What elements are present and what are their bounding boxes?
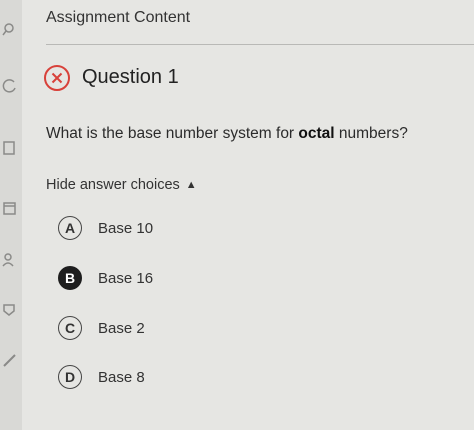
- page-title: Assignment Content: [46, 9, 191, 26]
- answer-choice-b[interactable]: B Base 16: [58, 265, 153, 291]
- search-icon[interactable]: [2, 22, 18, 38]
- answer-choice-a[interactable]: A Base 10: [58, 215, 153, 241]
- answer-choice-d[interactable]: D Base 8: [58, 364, 145, 390]
- grades-icon[interactable]: [2, 302, 18, 318]
- question-text-before: What is the base number system for: [46, 125, 299, 142]
- pencil-icon[interactable]: [2, 352, 18, 368]
- choice-letter: D: [58, 365, 82, 389]
- x-circle-icon: [44, 65, 70, 91]
- choice-label: Base 16: [98, 269, 154, 287]
- question-text-after: numbers?: [334, 125, 408, 142]
- choice-letter: C: [58, 316, 82, 340]
- choice-label: Base 8: [98, 368, 145, 386]
- calendar-icon[interactable]: [2, 200, 18, 216]
- document-icon[interactable]: [2, 140, 18, 156]
- question-title: Question 1: [82, 66, 179, 88]
- hide-answer-choices-label: Hide answer choices: [46, 177, 180, 193]
- people-icon[interactable]: [2, 252, 18, 268]
- question-text: What is the base number system for octal…: [46, 125, 408, 143]
- refresh-icon[interactable]: [2, 78, 18, 94]
- hide-answer-choices-toggle[interactable]: Hide answer choices ▲: [46, 177, 197, 193]
- choice-label: Base 10: [98, 219, 154, 237]
- choice-label: Base 2: [98, 319, 145, 337]
- answer-choice-c[interactable]: C Base 2: [58, 315, 145, 341]
- header-divider: [46, 44, 474, 45]
- left-rail: [0, 0, 22, 430]
- choice-letter: A: [58, 216, 82, 240]
- chevron-up-icon: ▲: [185, 179, 197, 191]
- question-text-bold: octal: [298, 125, 335, 142]
- choice-letter: B: [58, 266, 82, 290]
